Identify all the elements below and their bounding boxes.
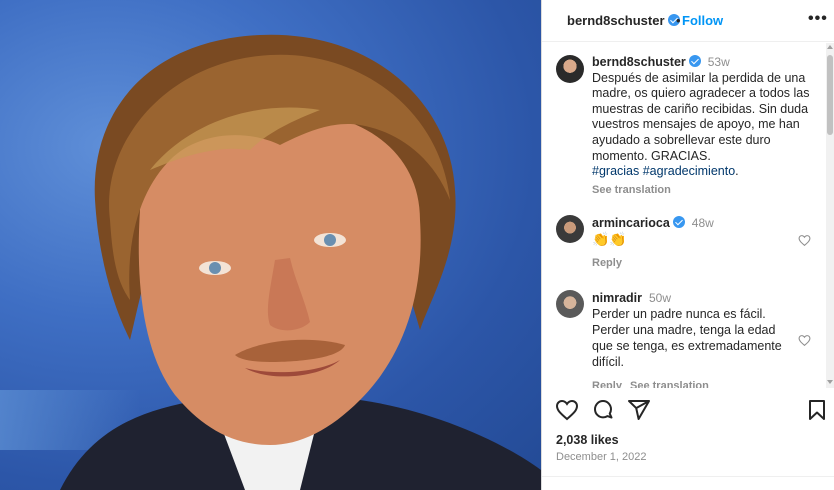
comment-avatar[interactable] xyxy=(556,215,584,243)
header-separator: • xyxy=(676,13,681,28)
comment-see-translation[interactable]: See translation xyxy=(630,380,709,388)
comment-username[interactable]: armincarioca xyxy=(592,216,670,230)
comment-text: 👏👏 xyxy=(592,231,627,247)
scrollbar[interactable] xyxy=(826,43,834,388)
comment-time: 48w xyxy=(691,216,714,230)
verified-icon xyxy=(672,216,685,228)
right-iris-shape xyxy=(324,234,336,246)
hashtag-agradecimiento[interactable]: #agradecimiento xyxy=(643,164,735,178)
caption-time: 53w xyxy=(707,55,730,69)
left-iris-shape xyxy=(209,262,221,274)
post-actions xyxy=(542,398,834,428)
comment-avatar[interactable] xyxy=(556,290,584,318)
caption-username[interactable]: bernd8schuster xyxy=(592,55,686,69)
likes-count[interactable]: 2,038 likes xyxy=(556,433,619,447)
comment-text: Perder un padre nunca es fácil. Perder u… xyxy=(592,307,782,369)
scroll-down-icon[interactable] xyxy=(827,380,833,384)
caption-see-translation[interactable]: See translation xyxy=(592,184,671,196)
comments-scroll-area[interactable]: bernd8schuster 53w Después de asimilar l… xyxy=(542,43,827,388)
share-icon[interactable] xyxy=(627,398,651,422)
scroll-up-icon[interactable] xyxy=(827,45,833,49)
post-date: December 1, 2022 xyxy=(556,451,647,463)
hashtag-gracias[interactable]: #gracias xyxy=(592,164,639,178)
post-caption: bernd8schuster 53w Después de asimilar l… xyxy=(592,55,817,180)
more-options-icon[interactable]: ••• xyxy=(808,11,828,27)
post-sidebar: bernd8schuster • Follow ••• bernd8schust… xyxy=(541,0,834,490)
comment-icon[interactable] xyxy=(591,398,615,422)
caption-end: . xyxy=(735,164,739,179)
caption-avatar[interactable] xyxy=(556,55,584,83)
reply-button[interactable]: Reply xyxy=(592,380,622,388)
post-photo[interactable] xyxy=(0,0,541,490)
comment-username[interactable]: nimradir xyxy=(592,291,642,305)
add-comment-bar xyxy=(542,476,834,490)
bookmark-icon[interactable] xyxy=(805,398,829,422)
heart-icon[interactable] xyxy=(555,398,579,422)
comment-time: 50w xyxy=(648,291,671,305)
portrait-illustration xyxy=(60,34,541,490)
verified-icon xyxy=(688,55,701,67)
follow-button[interactable]: Follow xyxy=(682,13,723,28)
header-username[interactable]: bernd8schuster xyxy=(567,13,680,28)
scrollbar-thumb[interactable] xyxy=(827,55,833,135)
reply-button[interactable]: Reply xyxy=(592,257,622,269)
comment-body: armincarioca 48w 👏👏 xyxy=(592,215,790,248)
post-header: bernd8schuster • Follow ••• xyxy=(542,0,834,42)
heart-icon[interactable] xyxy=(798,234,811,247)
heart-icon[interactable] xyxy=(798,334,811,347)
comment-body: nimradir 50w Perder un padre nunca es fá… xyxy=(592,290,790,370)
caption-text: Después de asimilar la perdida de una ma… xyxy=(592,70,810,163)
